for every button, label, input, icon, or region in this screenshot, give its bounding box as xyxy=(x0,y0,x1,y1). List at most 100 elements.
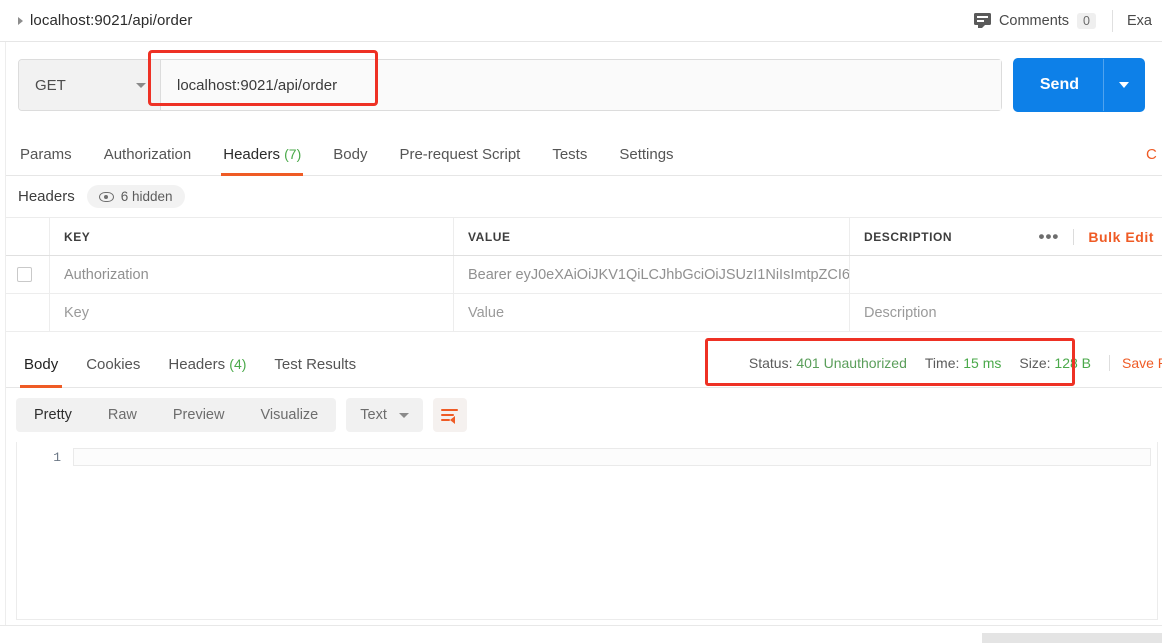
request-url-row: GET localhost:9021/api/order Send xyxy=(0,42,1162,128)
response-tab-test-results[interactable]: Test Results xyxy=(260,356,370,387)
comment-icon xyxy=(973,13,991,28)
response-viewer-toolbar: Pretty Raw Preview Visualize Text xyxy=(0,388,1162,442)
row-checkbox[interactable] xyxy=(17,267,32,282)
url-input-value: localhost:9021/api/order xyxy=(177,76,338,94)
response-format-select[interactable]: Text xyxy=(346,398,423,432)
more-options-icon[interactable]: ••• xyxy=(1039,228,1060,245)
horizontal-scrollbar[interactable] xyxy=(982,633,1162,643)
column-header-description-label: DESCRIPTION xyxy=(864,229,953,244)
row-key-value: Authorization xyxy=(64,266,149,283)
response-tab-test-results-label: Test Results xyxy=(274,356,357,373)
time-value: 15 ms xyxy=(963,355,1002,371)
breadcrumb-expand-icon[interactable] xyxy=(18,16,23,25)
table-header-check-cell xyxy=(0,218,50,255)
response-meta: Status: 401 Unauthorized Time: 15 ms Siz… xyxy=(749,355,1110,387)
tab-params-label: Params xyxy=(20,146,72,163)
table-row[interactable]: Authorization Bearer eyJ0eXAiOiJKV1QiLCJ… xyxy=(0,256,1162,294)
response-tab-body[interactable]: Body xyxy=(10,356,72,388)
left-edge-rail xyxy=(0,42,6,625)
bulk-edit-button[interactable]: Bulk Edit xyxy=(1088,229,1154,245)
response-tabs-row: Body Cookies Headers (4) Test Results St… xyxy=(0,332,1162,388)
view-mode-pretty[interactable]: Pretty xyxy=(16,398,90,432)
row-check-cell xyxy=(0,294,50,331)
row-value-placeholder: Value xyxy=(468,304,505,321)
view-mode-preview[interactable]: Preview xyxy=(155,398,243,432)
table-header-row: KEY VALUE DESCRIPTION ••• Bulk Edit xyxy=(0,218,1162,256)
size-label: Size: xyxy=(1019,355,1051,371)
chevron-down-icon xyxy=(1119,82,1129,88)
time-item: Time: 15 ms xyxy=(925,355,1002,371)
tab-authorization[interactable]: Authorization xyxy=(88,146,208,175)
response-tab-body-label: Body xyxy=(24,356,59,373)
send-options-button[interactable] xyxy=(1104,59,1144,111)
send-button[interactable]: Send xyxy=(1014,59,1103,111)
tab-tests[interactable]: Tests xyxy=(536,146,603,175)
table-row[interactable]: Key Value Description xyxy=(0,294,1162,332)
status-label: Status: xyxy=(748,355,793,371)
word-wrap-button[interactable] xyxy=(432,398,467,432)
tab-settings[interactable]: Settings xyxy=(603,146,689,175)
view-mode-group: Pretty Raw Preview Visualize xyxy=(16,398,337,432)
examples-button[interactable]: Exa xyxy=(1117,9,1162,33)
status-item: Status: 401 Unauthorized xyxy=(749,355,907,371)
eye-icon xyxy=(98,191,114,202)
top-breadcrumb-bar: localhost:9021/api/order Comments 0 Exa xyxy=(0,0,1162,42)
postman-window: localhost:9021/api/order Comments 0 Exa … xyxy=(0,0,1162,643)
row-value-cell[interactable]: Value xyxy=(454,294,850,331)
response-tab-cookies[interactable]: Cookies xyxy=(72,356,154,387)
column-header-description: DESCRIPTION ••• Bulk Edit xyxy=(850,218,1162,255)
http-method-label: GET xyxy=(35,76,66,94)
row-value-cell[interactable]: Bearer eyJ0eXAiOiJKV1QiLCJhbGciOiJSUzI1N… xyxy=(454,256,850,293)
editor-content[interactable] xyxy=(73,442,1157,619)
editor-gutter: 1 xyxy=(17,442,73,619)
tab-body[interactable]: Body xyxy=(317,146,383,175)
table-header-actions: ••• Bulk Edit xyxy=(1039,228,1162,245)
toolbar-divider xyxy=(1112,9,1113,32)
chevron-down-icon xyxy=(136,82,146,88)
row-value-value: Bearer eyJ0eXAiOiJKV1QiLCJhbGciOiJSUzI1N… xyxy=(468,266,849,283)
top-bar-actions: Comments 0 Exa xyxy=(966,0,1162,41)
tab-pre-request-script[interactable]: Pre-request Script xyxy=(383,146,536,175)
size-item: Size: 128 B xyxy=(1019,355,1091,371)
url-input[interactable]: localhost:9021/api/order xyxy=(161,60,1001,110)
cookies-link[interactable]: C xyxy=(1146,146,1162,175)
response-tab-headers[interactable]: Headers (4) xyxy=(154,356,260,387)
headers-section-title: Headers xyxy=(18,188,75,205)
response-body-editor[interactable]: 1 xyxy=(16,442,1158,620)
response-tab-cookies-label: Cookies xyxy=(86,356,141,373)
tab-headers[interactable]: Headers (7) xyxy=(207,146,317,176)
code-line xyxy=(73,448,1151,466)
comments-button[interactable]: Comments 0 xyxy=(966,9,1108,33)
tab-params[interactable]: Params xyxy=(18,146,88,175)
http-method-select[interactable]: GET xyxy=(19,60,161,110)
view-mode-visualize[interactable]: Visualize xyxy=(242,398,336,432)
line-number: 1 xyxy=(53,450,61,465)
request-tabs: Params Authorization Headers (7) Body Pr… xyxy=(0,128,1162,176)
size-value: 128 B xyxy=(1054,355,1091,371)
row-key-placeholder: Key xyxy=(64,304,89,321)
response-tab-headers-label: Headers xyxy=(168,356,226,373)
breadcrumb[interactable]: localhost:9021/api/order xyxy=(0,12,193,29)
send-button-group[interactable]: Send xyxy=(1013,59,1144,111)
column-header-value: VALUE xyxy=(454,218,850,255)
headers-subheader: Headers 6 hidden xyxy=(0,176,1162,218)
save-response-button[interactable]: Save R xyxy=(1110,355,1162,387)
view-mode-raw[interactable]: Raw xyxy=(90,398,155,432)
tab-settings-label: Settings xyxy=(619,146,674,163)
tab-tests-label: Tests xyxy=(552,146,588,163)
hidden-headers-toggle[interactable]: 6 hidden xyxy=(86,185,185,208)
comments-count-badge: 0 xyxy=(1077,12,1096,29)
chevron-down-icon xyxy=(398,412,409,418)
comments-label: Comments xyxy=(998,12,1070,29)
response-tab-headers-count: (4) xyxy=(229,356,247,372)
method-and-url-group: GET localhost:9021/api/order xyxy=(18,59,1002,111)
column-header-key: KEY xyxy=(50,218,454,255)
row-description-cell[interactable]: Description xyxy=(850,294,1162,331)
response-format-label: Text xyxy=(360,407,387,423)
row-key-cell[interactable]: Authorization xyxy=(50,256,454,293)
tab-headers-label: Headers xyxy=(223,146,280,163)
row-key-cell[interactable]: Key xyxy=(50,294,454,331)
row-description-cell[interactable] xyxy=(850,256,1162,293)
row-check-cell xyxy=(0,256,50,293)
time-label: Time: xyxy=(924,355,960,371)
